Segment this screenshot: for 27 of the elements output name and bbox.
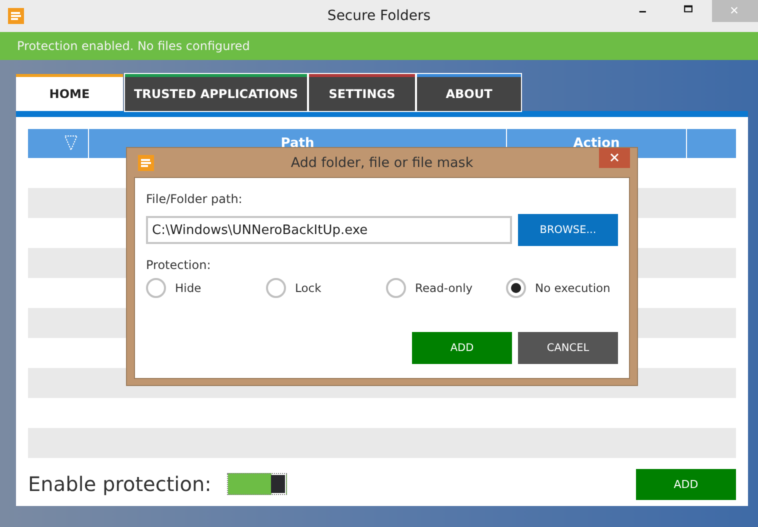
radio-button[interactable] bbox=[266, 278, 286, 298]
path-label: File/Folder path: bbox=[146, 192, 244, 206]
option-label: Read-only bbox=[415, 281, 473, 295]
filter-icon[interactable] bbox=[64, 135, 78, 151]
tab[interactable]: HOME bbox=[16, 74, 123, 111]
browse-button[interactable]: BROWSE... bbox=[518, 214, 618, 246]
window-title: Secure Folders bbox=[327, 8, 431, 24]
cancel-button[interactable]: CANCEL bbox=[518, 332, 618, 364]
radio-button[interactable] bbox=[146, 278, 166, 298]
tab[interactable]: ABOUT bbox=[417, 74, 521, 111]
close-icon[interactable] bbox=[599, 148, 630, 168]
enable-protection-label: Enable protection: bbox=[28, 472, 212, 496]
path-field[interactable]: C:\Windows\UNNeroBackItUp.exe bbox=[146, 216, 512, 244]
radio-button[interactable] bbox=[506, 278, 526, 298]
app-icon bbox=[138, 154, 154, 170]
option-label: Hide bbox=[175, 281, 202, 295]
tab[interactable]: TRUSTED APPLICATIONS bbox=[125, 74, 307, 111]
radio-button[interactable] bbox=[386, 278, 406, 298]
tab[interactable]: SETTINGS bbox=[309, 74, 415, 111]
add-button[interactable]: ADD bbox=[636, 468, 736, 500]
add-button[interactable]: ADD bbox=[412, 332, 512, 364]
protection-toggle[interactable] bbox=[227, 473, 288, 495]
option-label: Lock bbox=[295, 281, 322, 295]
status-bar: Protection enabled. No files configured bbox=[0, 32, 758, 60]
protection-label: Protection: bbox=[146, 258, 212, 272]
option-label: No execution bbox=[535, 281, 610, 295]
app-icon bbox=[8, 8, 24, 24]
